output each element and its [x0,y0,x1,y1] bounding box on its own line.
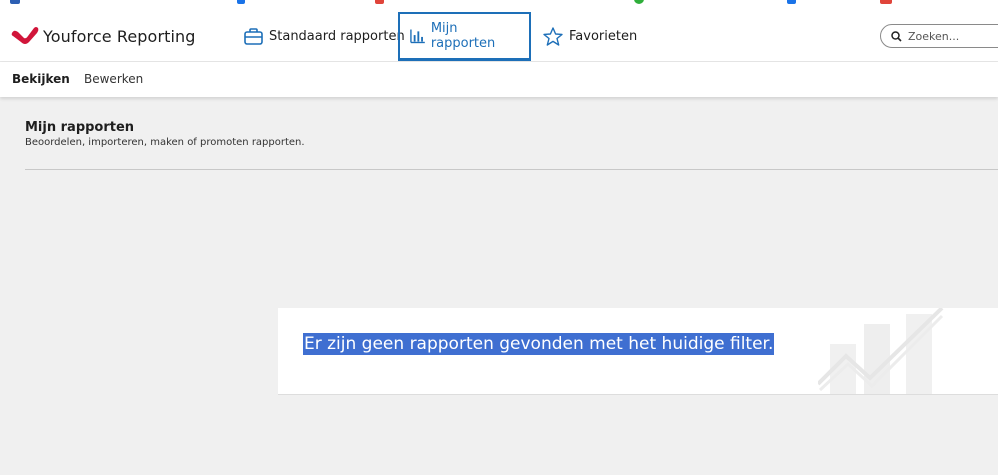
bookmark-favicon[interactable] [10,0,20,4]
search-icon [891,30,902,42]
bookmark-favicon[interactable] [880,0,892,4]
tab-label: Standaard rapporten [269,29,405,44]
search-box[interactable] [880,24,998,48]
app-logo[interactable]: Youforce Reporting [11,26,196,46]
empty-state-message: Er zijn geen rapporten gevonden met het … [303,333,775,355]
tab-favorieten[interactable]: Favorieten [543,12,637,61]
empty-state-panel: Er zijn geen rapporten gevonden met het … [278,308,998,395]
bar-chart-icon [410,29,425,44]
bookmark-favicon[interactable] [634,0,644,4]
tab-mijn-rapporten[interactable]: Mijn rapporten [398,12,531,61]
sub-navigation: Bekijken Bewerken [0,62,998,97]
bookmarks-bar [0,0,998,12]
app-header: Youforce Reporting Standaard rapporten M… [0,12,998,62]
youforce-logo-icon [11,27,39,44]
page-subtitle: Beoordelen, importeren, maken of promote… [25,137,305,148]
chart-illustration-icon [818,308,944,394]
subtab-bewerken[interactable]: Bewerken [84,72,143,86]
section-divider [25,169,998,170]
briefcase-icon [244,28,263,45]
tab-label: Favorieten [569,29,638,44]
tab-standaard-rapporten[interactable]: Standaard rapporten [244,12,405,61]
app-title: Youforce Reporting [43,26,196,46]
search-input[interactable] [908,29,988,43]
bookmark-favicon[interactable] [375,0,384,4]
subtab-bekijken[interactable]: Bekijken [12,72,70,86]
page-title: Mijn rapporten [25,120,135,135]
bookmark-favicon[interactable] [787,0,796,4]
tab-label: Mijn rapporten [430,21,496,51]
bookmark-favicon[interactable] [237,0,245,4]
star-icon [543,27,563,46]
